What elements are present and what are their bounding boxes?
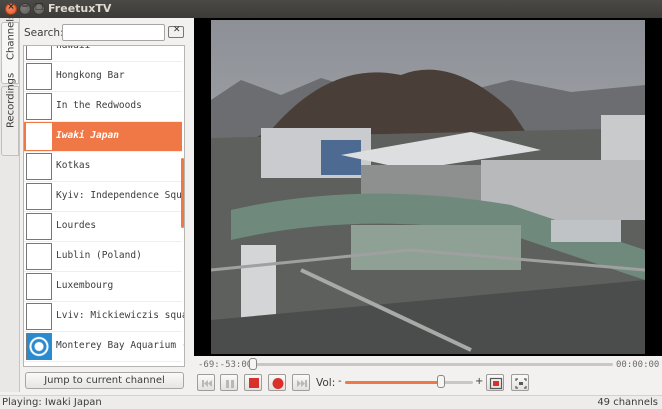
channel-name: Lviv: Mickiewiczis square	[56, 310, 185, 321]
channel-item-monterey-bay[interactable]: Monterey Bay Aquarium (Av	[24, 332, 185, 362]
channel-thumbnail	[26, 93, 52, 120]
volume-handle[interactable]	[437, 375, 445, 388]
channel-name: Kotkas	[56, 160, 91, 171]
volume-minus: -	[338, 376, 342, 387]
close-icon: ×	[7, 2, 15, 12]
webcam-image	[211, 20, 645, 354]
channel-name: Iwaki Japan	[56, 130, 119, 141]
fullscreen-button[interactable]	[486, 374, 504, 391]
record-button[interactable]	[268, 374, 286, 391]
sidebar-tabs: Channels Recordings	[0, 13, 20, 392]
playing-status: Playing: Iwaki Japan	[2, 397, 102, 408]
volume-plus: +	[475, 376, 484, 387]
search-input[interactable]	[62, 24, 165, 41]
channel-list-scrollbar[interactable]	[181, 158, 184, 228]
video-frame	[211, 20, 645, 354]
previous-icon	[202, 380, 212, 387]
channel-item-lublin[interactable]: Lublin (Poland)	[24, 242, 182, 272]
volume-fill	[345, 381, 441, 384]
channel-name: Hongkong Bar	[56, 70, 125, 81]
channel-item-kotkas[interactable]: Kotkas	[24, 152, 182, 182]
total-time: 00:00:00	[616, 360, 660, 370]
next-button[interactable]	[292, 374, 310, 391]
channel-list[interactable]: hawaii Hongkong Bar In the Redwoods Iwak…	[23, 45, 185, 367]
maximize-icon: □	[34, 2, 44, 12]
channel-name: Luxembourg	[56, 280, 114, 291]
minimize-window-button[interactable]: −	[19, 2, 31, 15]
status-bar: Playing: Iwaki Japan 49 channels	[0, 395, 662, 409]
channel-item-hawaii[interactable]: hawaii	[24, 45, 182, 62]
channel-thumbnail	[26, 153, 52, 180]
elapsed-time: -69:-53:00	[198, 360, 253, 370]
channel-thumbnail	[26, 243, 52, 270]
channel-thumbnail	[26, 63, 52, 90]
channel-thumbnail	[26, 213, 52, 240]
channel-name: Lublin (Poland)	[56, 250, 142, 261]
tab-recordings-label: Recordings	[5, 72, 17, 128]
fullscreen-icon	[489, 377, 503, 390]
seek-bar[interactable]	[255, 363, 613, 366]
volume-label: Vol:	[316, 377, 336, 389]
channel-thumbnail	[26, 183, 52, 210]
tab-channels-label: Channels	[5, 13, 17, 60]
seek-handle[interactable]	[249, 358, 257, 370]
previous-button[interactable]	[197, 374, 215, 391]
video-panel[interactable]	[194, 18, 662, 356]
channel-name: hawaii	[56, 45, 91, 51]
channel-name: Kyiv: Independence Square	[56, 190, 185, 201]
clear-search-button[interactable]	[168, 25, 184, 38]
channel-name: Monterey Bay Aquarium (Av	[56, 340, 185, 351]
record-icon	[272, 378, 284, 389]
window-titlebar: × − □ FreetuxTV	[0, 0, 662, 18]
channel-item-lviv[interactable]: Lviv: Mickiewiczis square	[24, 302, 185, 332]
channel-thumbnail	[26, 46, 52, 60]
volume-slider[interactable]	[345, 381, 473, 384]
stop-icon	[249, 378, 259, 388]
next-icon	[297, 380, 307, 387]
channel-name: In the Redwoods	[56, 100, 142, 111]
channel-thumbnail	[26, 273, 52, 300]
channel-thumbnail	[26, 303, 52, 330]
stop-button[interactable]	[244, 374, 262, 391]
mini-mode-icon	[515, 378, 527, 389]
minimize-icon: −	[21, 2, 29, 12]
tab-recordings[interactable]: Recordings	[1, 72, 19, 156]
pause-button[interactable]	[220, 374, 238, 391]
channel-item-luxembourg[interactable]: Luxembourg	[24, 272, 182, 302]
channel-item-in-the-redwoods[interactable]: In the Redwoods	[24, 92, 182, 122]
pause-icon	[226, 380, 234, 388]
search-label: Search:	[24, 27, 64, 39]
channel-name: Lourdes	[56, 220, 97, 231]
mini-mode-button[interactable]	[511, 374, 529, 391]
jump-to-current-channel-button[interactable]: Jump to current channel	[25, 372, 184, 389]
channel-item-iwaki-japan[interactable]: Iwaki Japan	[24, 122, 182, 152]
window-title: FreetuxTV	[48, 2, 112, 15]
maximize-window-button[interactable]: □	[33, 2, 45, 15]
channel-item-hongkong-bar[interactable]: Hongkong Bar	[24, 62, 182, 92]
channel-item-kyiv[interactable]: Kyiv: Independence Square	[24, 182, 185, 212]
channel-thumbnail	[26, 123, 52, 150]
channel-count: 49 channels	[597, 397, 658, 408]
channel-item-lourdes[interactable]: Lourdes	[24, 212, 182, 242]
aquarium-logo-icon	[26, 333, 52, 360]
